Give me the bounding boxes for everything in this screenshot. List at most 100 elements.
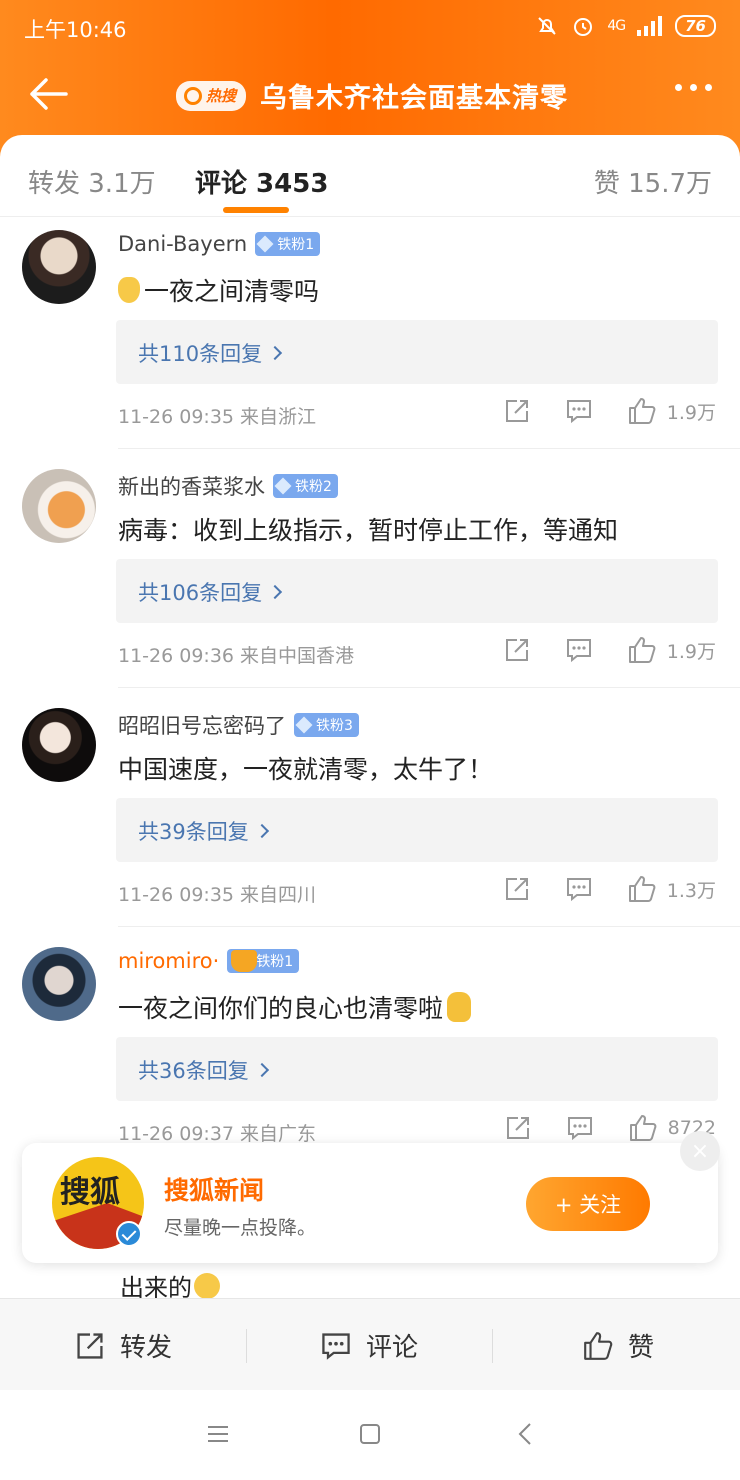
diamond-icon: [256, 235, 274, 253]
like-count: 1.3万: [666, 879, 716, 902]
battery-indicator: 76: [675, 15, 716, 37]
chevron-right-icon: [268, 584, 283, 600]
fan-badge: 铁粉1: [255, 232, 321, 256]
avatar[interactable]: [22, 947, 96, 1021]
menu-icon[interactable]: [206, 1422, 230, 1446]
like-post-button[interactable]: 赞: [582, 1327, 654, 1364]
replies-link[interactable]: 共36条回复: [138, 1055, 269, 1085]
status-time: 上午10:46: [24, 18, 127, 42]
follow-button[interactable]: + 关注: [526, 1177, 650, 1231]
home-icon[interactable]: [358, 1422, 382, 1446]
page-title: 乌鲁木齐社会面基本清零: [260, 83, 569, 114]
comment-body: 病毒：收到上级指示，暂时停止工作，等通知: [118, 516, 619, 545]
comment-button[interactable]: 评论: [320, 1327, 740, 1364]
comment-body: 中国速度，一夜就清零，太牛了！: [118, 755, 494, 784]
thumbs-up-icon: [584, 1331, 613, 1360]
reply-icon[interactable]: [566, 1114, 594, 1142]
dot-icon: [705, 84, 712, 91]
chevron-right-icon: [254, 1062, 269, 1078]
comment-meta: 11-26 09:37 来自广东: [118, 1123, 317, 1145]
diamond-icon: [295, 716, 313, 734]
replies-label: 共110条回复: [138, 342, 263, 366]
reply-icon[interactable]: [565, 397, 593, 425]
search-icon: [184, 86, 202, 105]
thumbs-up-icon: [628, 876, 656, 902]
chevron-right-icon: [268, 345, 283, 361]
replies-label: 共39条回复: [138, 820, 249, 844]
replies-box: 共39条回复: [116, 798, 718, 862]
title-wrap: 热搜 乌鲁木齐社会面基本清零: [176, 76, 568, 115]
replies-label: 共36条回复: [138, 1059, 249, 1083]
username-row: 昭昭旧号忘密码了 铁粉3: [118, 710, 359, 740]
network-indicator: 4G: [607, 18, 626, 34]
avatar[interactable]: [22, 708, 96, 782]
like-button[interactable]: 1.9万: [627, 396, 716, 426]
fan-badge-label: 铁粉3: [316, 718, 353, 734]
follow-popup: 搜狐 搜狐新闻 尽量晚一点投降。 + 关注 ×: [22, 1131, 720, 1263]
username[interactable]: 新出的香菜浆水: [118, 471, 265, 501]
comment-text: 一夜之间清零吗: [118, 272, 319, 308]
back-button[interactable]: [26, 74, 70, 114]
comment-meta: 11-26 09:35 来自浙江: [118, 406, 317, 428]
divider: [246, 1329, 247, 1363]
divider: [492, 1329, 493, 1363]
username[interactable]: Dani-Bayern: [118, 232, 247, 256]
replies-box: 共110条回复: [116, 320, 718, 384]
avatar[interactable]: [22, 230, 96, 304]
avatar[interactable]: [22, 469, 96, 543]
like-count: 1.9万: [666, 640, 716, 663]
like-button[interactable]: 1.3万: [627, 874, 716, 904]
verified-icon: [116, 1221, 142, 1247]
reply-icon[interactable]: [565, 636, 593, 664]
thumbs-up-icon: [628, 398, 656, 424]
signal-icon: [637, 16, 663, 36]
replies-box: 共36条回复: [116, 1037, 718, 1101]
status-icons: 4G 76: [535, 14, 716, 38]
replies-box: 共106条回复: [116, 559, 718, 623]
share-icon[interactable]: [503, 875, 531, 903]
like-button[interactable]: 1.9万: [627, 635, 716, 665]
like-count: 1.9万: [666, 401, 716, 424]
username-row: Dani-Bayern 铁粉1: [118, 232, 321, 256]
reply-icon[interactable]: [565, 875, 593, 903]
share-icon: [77, 1332, 103, 1359]
comment-meta: 11-26 09:36 来自中国香港: [118, 645, 355, 667]
account-name[interactable]: 搜狐新闻: [164, 1171, 264, 1207]
bottom-action-bar: 转发 评论 赞: [0, 1298, 740, 1390]
thumbs-up-icon: [628, 637, 656, 663]
replies-link[interactable]: 共110条回复: [138, 338, 283, 368]
emoji-icon: [118, 277, 140, 303]
username[interactable]: 昭昭旧号忘密码了: [118, 710, 286, 740]
comment-meta: 11-26 09:35 来自四川: [118, 884, 317, 906]
fan-badge: 铁粉1: [227, 949, 300, 973]
divider: [118, 687, 740, 688]
replies-link[interactable]: 共106条回复: [138, 577, 283, 607]
close-icon[interactable]: ×: [680, 1131, 720, 1171]
repost-button[interactable]: 转发: [74, 1327, 172, 1364]
more-button[interactable]: [675, 84, 712, 91]
share-icon[interactable]: [503, 397, 531, 425]
comment-text: 一夜之间你们的良心也清零啦: [118, 989, 472, 1025]
share-icon[interactable]: [503, 636, 531, 664]
comment-actions: 1.3万: [503, 874, 716, 904]
dot-icon: [690, 84, 697, 91]
hot-badge-label: 热搜: [206, 87, 237, 105]
tab-like[interactable]: 赞 15.7万: [594, 163, 712, 200]
crown-icon: [231, 950, 258, 972]
alarm-icon: [574, 18, 593, 36]
tab-indicator: [223, 207, 289, 213]
tab-repost[interactable]: 转发 3.1万: [28, 163, 156, 200]
diamond-icon: [274, 477, 292, 495]
back-icon[interactable]: [514, 1422, 538, 1446]
replies-link[interactable]: 共39条回复: [138, 816, 269, 846]
comment-body: 一夜之间你们的良心也清零啦: [118, 994, 444, 1023]
status-bar: 上午10:46 4G 76: [24, 10, 716, 46]
hot-search-badge[interactable]: 热搜: [176, 80, 247, 111]
username-row: miromiro· 铁粉1: [118, 949, 300, 973]
comment-body: 一夜之间清零吗: [144, 277, 320, 306]
username[interactable]: miromiro·: [118, 949, 219, 973]
victory-hand-icon: [447, 992, 472, 1022]
fan-badge-label: 铁粉2: [295, 479, 332, 495]
share-icon[interactable]: [504, 1114, 532, 1142]
tab-bar: 转发 3.1万 评论 3453 赞 15.7万: [0, 135, 740, 217]
